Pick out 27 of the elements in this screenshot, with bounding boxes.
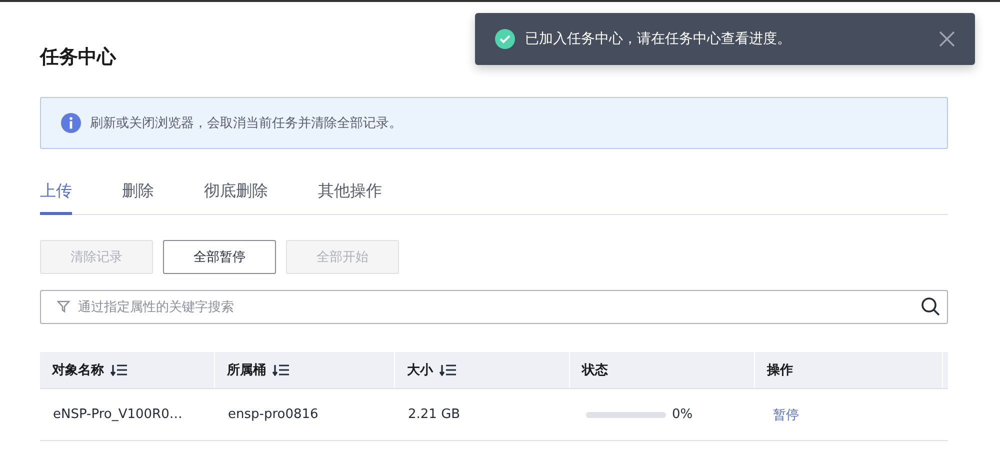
alert-text: 刷新或关闭浏览器，会取消当前任务并清除全部记录。: [90, 115, 402, 132]
column-header: 大小: [407, 362, 433, 379]
search-icon[interactable]: [921, 297, 940, 316]
sort-icon[interactable]: [110, 364, 128, 376]
tab[interactable]: 上传: [40, 177, 72, 215]
table-cell-text: ensp-pro0816: [227, 407, 320, 422]
tab[interactable]: 删除: [122, 177, 154, 215]
toast-message: 已加入任务中心，请在任务中心查看进度。: [525, 30, 792, 48]
pause-link[interactable]: 暂停: [773, 406, 943, 424]
column-header: 对象名称: [52, 362, 104, 379]
close-icon[interactable]: [939, 31, 955, 47]
action-button[interactable]: 全部暂停: [163, 240, 276, 274]
table-cell-text: 2.21 GB: [407, 407, 462, 422]
column-header: 状态: [582, 362, 608, 379]
sort-icon[interactable]: [439, 364, 457, 376]
column-header: 所属桶: [227, 362, 266, 379]
page-title: 任务中心: [40, 45, 116, 70]
check-icon: [495, 29, 515, 49]
tab[interactable]: 彻底删除: [204, 177, 268, 215]
filter-icon: [57, 300, 70, 313]
tab[interactable]: 其他操作: [318, 177, 382, 215]
sort-icon[interactable]: [272, 364, 290, 376]
progress-percent: 0%: [672, 407, 693, 422]
column-header: 操作: [767, 362, 793, 379]
search-field[interactable]: 通过指定属性的关键字搜索: [40, 290, 948, 324]
info-icon: [61, 113, 81, 133]
table-cell-text: eNSP-Pro_V100R0…: [52, 407, 184, 422]
